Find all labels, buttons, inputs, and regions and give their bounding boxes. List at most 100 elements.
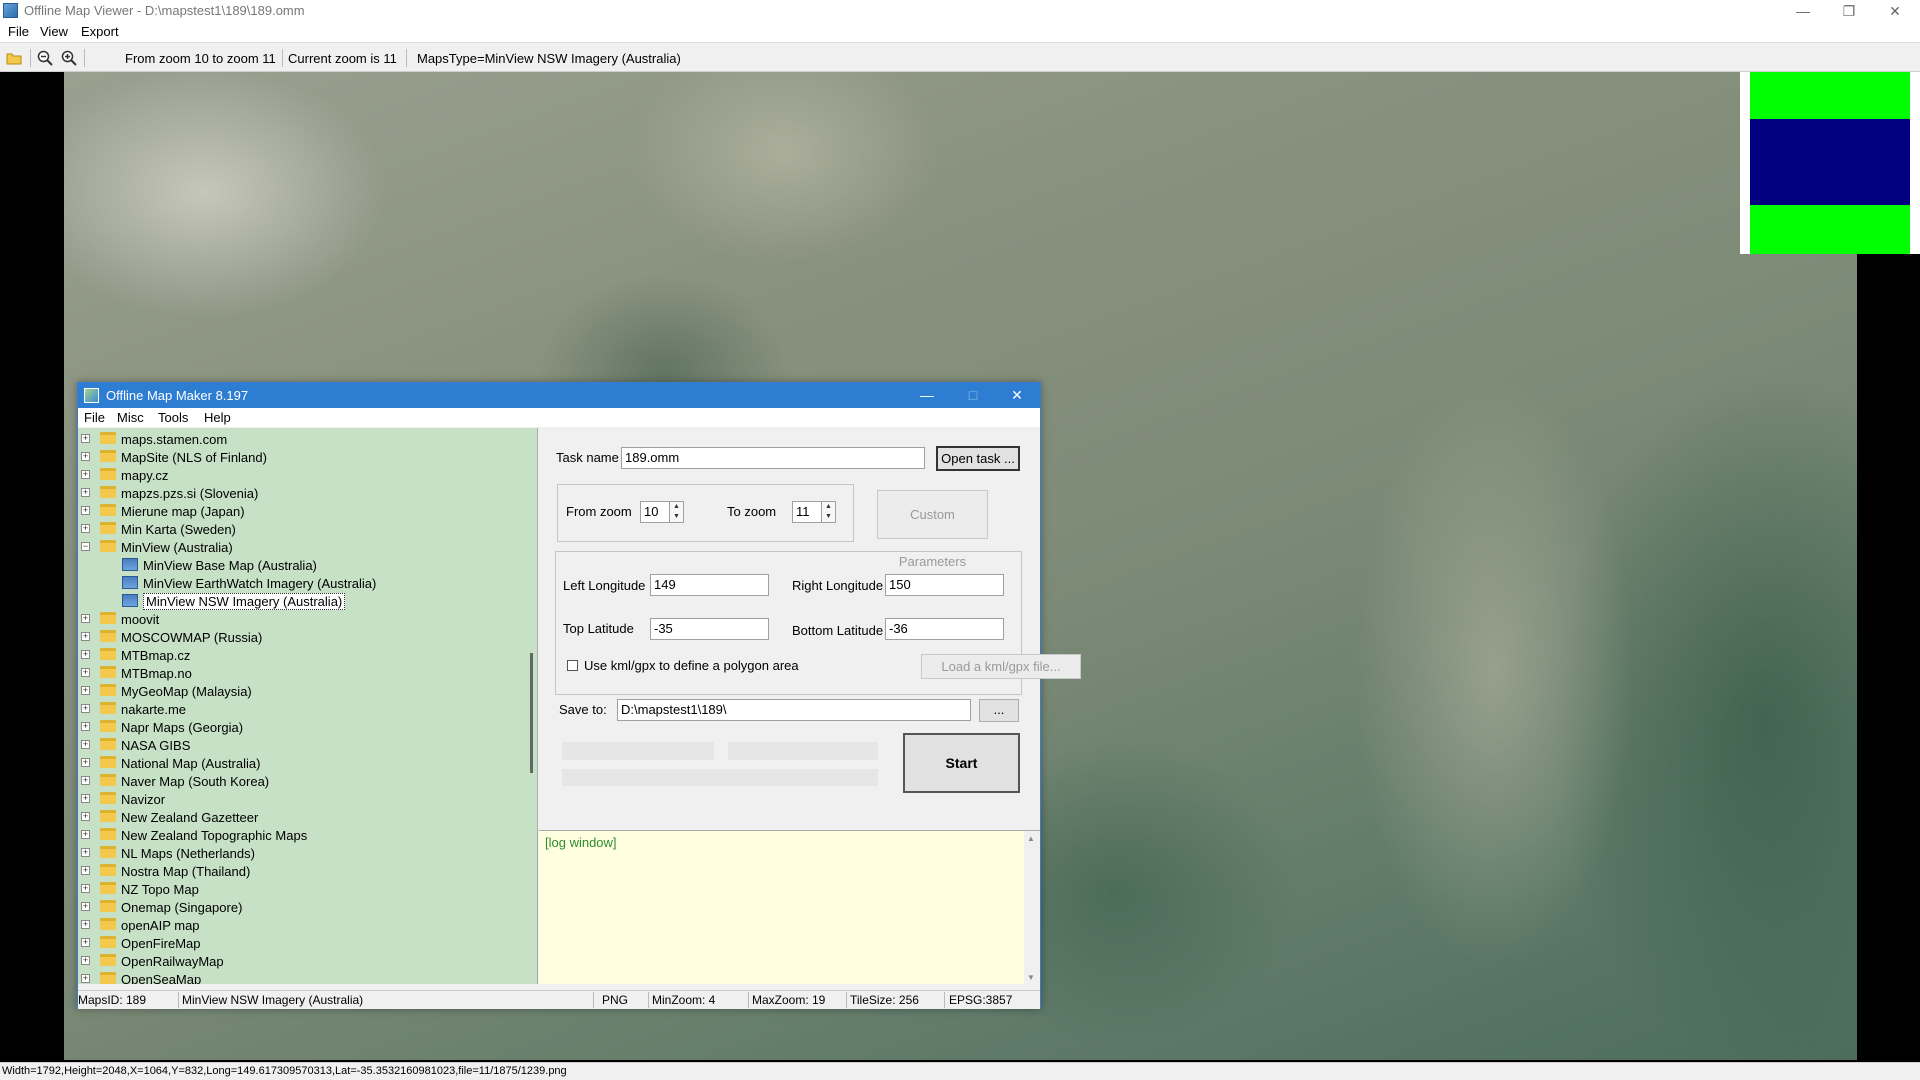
tree-map-item[interactable]: MinView NSW Imagery (Australia) — [78, 592, 518, 610]
tree-scrollbar[interactable] — [530, 653, 533, 773]
tree-folder-item[interactable]: + maps.stamen.com — [78, 430, 518, 448]
tree-folder-item[interactable]: + mapy.cz — [78, 466, 518, 484]
expand-icon[interactable]: + — [81, 722, 90, 731]
open-task-button[interactable]: Open task ... — [936, 446, 1020, 471]
close-button[interactable]: ✕ — [1872, 0, 1918, 22]
dialog-titlebar[interactable]: Offline Map Maker 8.197 — □ ✕ — [78, 383, 1040, 408]
expand-icon[interactable]: + — [81, 758, 90, 767]
expand-icon[interactable]: + — [81, 920, 90, 929]
tree-folder-item[interactable]: + Naver Map (South Korea) — [78, 772, 518, 790]
tree-item-label: New Zealand Gazetteer — [121, 810, 259, 825]
tree-folder-item[interactable]: + Navizor — [78, 790, 518, 808]
dialog-menu-misc[interactable]: Misc — [117, 410, 144, 425]
expand-icon[interactable]: + — [81, 938, 90, 947]
tree-folder-item[interactable]: + New Zealand Topographic Maps — [78, 826, 518, 844]
tree-map-item[interactable]: MinView EarthWatch Imagery (Australia) — [78, 574, 518, 592]
expand-icon[interactable]: + — [81, 974, 90, 983]
left-longitude-input[interactable]: 149 — [650, 574, 769, 596]
tree-folder-item[interactable]: + Onemap (Singapore) — [78, 898, 518, 916]
expand-icon[interactable]: + — [81, 452, 90, 461]
tree-folder-item[interactable]: + New Zealand Gazetteer — [78, 808, 518, 826]
menu-view[interactable]: View — [40, 24, 68, 39]
collapse-icon[interactable]: − — [81, 542, 90, 551]
save-path-input[interactable]: D:\mapstest1\189\ — [617, 699, 971, 721]
tree-folder-item[interactable]: + Nostra Map (Thailand) — [78, 862, 518, 880]
tree-folder-item[interactable]: + National Map (Australia) — [78, 754, 518, 772]
zoom-out-icon[interactable] — [36, 49, 54, 67]
tree-folder-item[interactable]: + Napr Maps (Georgia) — [78, 718, 518, 736]
task-name-label: Task name — [556, 450, 619, 465]
expand-icon[interactable]: + — [81, 488, 90, 497]
tree-folder-item[interactable]: − MinView (Australia) — [78, 538, 518, 556]
dialog-minimize-button[interactable]: — — [904, 383, 950, 408]
tree-map-item[interactable]: MinView Base Map (Australia) — [78, 556, 518, 574]
open-folder-icon[interactable] — [5, 49, 23, 67]
expand-icon[interactable]: + — [81, 434, 90, 443]
tree-folder-item[interactable]: + OpenRailwayMap — [78, 952, 518, 970]
tree-folder-item[interactable]: + NASA GIBS — [78, 736, 518, 754]
expand-icon[interactable]: + — [81, 902, 90, 911]
expand-icon[interactable]: + — [81, 812, 90, 821]
log-scrollbar[interactable]: ▲ ▼ — [1024, 831, 1040, 985]
task-name-input[interactable]: 189.omm — [621, 447, 925, 469]
tree-folder-item[interactable]: + MapSite (NLS of Finland) — [78, 448, 518, 466]
tree-folder-item[interactable]: + nakarte.me — [78, 700, 518, 718]
menu-file[interactable]: File — [8, 24, 29, 39]
menu-export[interactable]: Export — [81, 24, 119, 39]
kml-checkbox[interactable] — [567, 660, 578, 671]
expand-icon[interactable]: + — [81, 884, 90, 893]
tree-folder-item[interactable]: + NZ Topo Map — [78, 880, 518, 898]
to-zoom-input[interactable]: 11 — [792, 501, 822, 523]
expand-icon[interactable]: + — [81, 866, 90, 875]
expand-icon[interactable]: + — [81, 956, 90, 965]
expand-icon[interactable]: + — [81, 830, 90, 839]
start-button[interactable]: Start — [903, 733, 1020, 793]
zoom-in-icon[interactable] — [60, 49, 78, 67]
minimap[interactable] — [1740, 72, 1920, 254]
expand-icon[interactable]: + — [81, 776, 90, 785]
tree-folder-item[interactable]: + mapzs.pzs.si (Slovenia) — [78, 484, 518, 502]
log-window[interactable]: [log window] ▲ ▼ — [539, 830, 1040, 985]
tree-item-label: MyGeoMap (Malaysia) — [121, 684, 252, 699]
tree-folder-item[interactable]: + NL Maps (Netherlands) — [78, 844, 518, 862]
expand-icon[interactable]: + — [81, 650, 90, 659]
expand-icon[interactable]: + — [81, 704, 90, 713]
expand-icon[interactable]: + — [81, 686, 90, 695]
tree-folder-item[interactable]: + MyGeoMap (Malaysia) — [78, 682, 518, 700]
tree-folder-item[interactable]: + MOSCOWMAP (Russia) — [78, 628, 518, 646]
tree-folder-item[interactable]: + OpenFireMap — [78, 934, 518, 952]
bottom-latitude-input[interactable]: -36 — [885, 618, 1004, 640]
browse-button[interactable]: ... — [979, 699, 1019, 722]
right-longitude-input[interactable]: 150 — [885, 574, 1004, 596]
tree-folder-item[interactable]: + moovit — [78, 610, 518, 628]
dialog-close-button[interactable]: ✕ — [994, 383, 1040, 408]
expand-icon[interactable]: + — [81, 470, 90, 479]
tree-folder-item[interactable]: + MTBmap.no — [78, 664, 518, 682]
map-source-tree[interactable]: + maps.stamen.com + MapSite (NLS of Finland… — [78, 428, 538, 984]
tree-folder-item[interactable]: + openAIP map — [78, 916, 518, 934]
top-latitude-input[interactable]: -35 — [650, 618, 769, 640]
minimize-button[interactable]: — — [1780, 0, 1826, 22]
dialog-maximize-button[interactable]: □ — [950, 383, 996, 408]
tree-folder-item[interactable]: + MTBmap.cz — [78, 646, 518, 664]
expand-icon[interactable]: + — [81, 506, 90, 515]
tree-folder-item[interactable]: + Min Karta (Sweden) — [78, 520, 518, 538]
restore-button[interactable]: ❐ — [1826, 0, 1872, 22]
from-zoom-spinner[interactable]: ▲ ▼ — [670, 501, 684, 523]
dialog-menu-file[interactable]: File — [84, 410, 105, 425]
from-zoom-input[interactable]: 10 — [640, 501, 670, 523]
expand-icon[interactable]: + — [81, 524, 90, 533]
expand-icon[interactable]: + — [81, 668, 90, 677]
tree-folder-item[interactable]: + OpenSeaMap — [78, 970, 518, 984]
to-zoom-spinner[interactable]: ▲ ▼ — [822, 501, 836, 523]
dialog-menu-help[interactable]: Help — [204, 410, 231, 425]
custom-parameters-button[interactable]: Custom Parameters — [877, 490, 988, 569]
expand-icon[interactable]: + — [81, 632, 90, 641]
expand-icon[interactable]: + — [81, 848, 90, 857]
expand-icon[interactable]: + — [81, 740, 90, 749]
expand-icon[interactable]: + — [81, 794, 90, 803]
dialog-menu-tools[interactable]: Tools — [158, 410, 188, 425]
expand-icon[interactable]: + — [81, 614, 90, 623]
tree-folder-item[interactable]: + Mierune map (Japan) — [78, 502, 518, 520]
load-kml-button[interactable]: Load a kml/gpx file... — [921, 654, 1081, 679]
